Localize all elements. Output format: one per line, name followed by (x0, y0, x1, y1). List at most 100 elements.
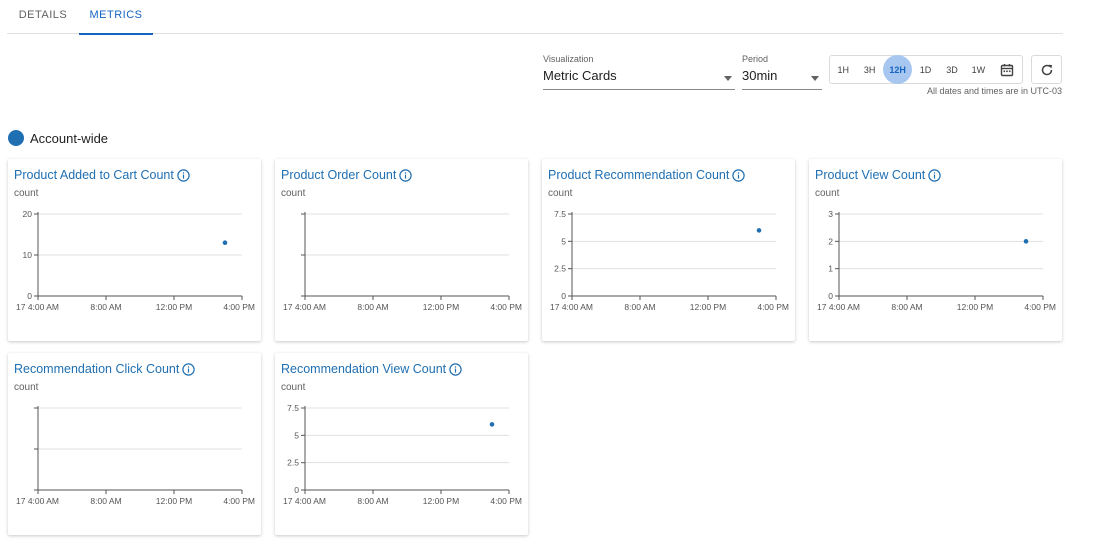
metric-card: Recommendation View Count count 0 2.5 5 7.5 17… (275, 353, 528, 535)
x-tick-label: 8:00 AM (90, 302, 121, 312)
metric-chart: 0 2.5 5 7.5 17 4:00 AM 8:00 AM 12:00 PM 4:00 PM (550, 209, 789, 312)
x-tick-label: 4:00 PM (490, 496, 522, 506)
x-tick-label: 8:00 AM (357, 302, 388, 312)
x-tick-label: 8:00 AM (891, 302, 922, 312)
x-tick-label: 8:00 AM (90, 496, 121, 506)
info-icon[interactable] (449, 362, 462, 376)
x-tick-label: 12:00 PM (423, 302, 459, 312)
y-tick-label: 0 (828, 291, 833, 301)
metric-chart: 0 2.5 5 7.5 17 4:00 AM 8:00 AM 12:00 PM 4:00 PM (283, 403, 522, 506)
metric-card-title[interactable]: Recommendation View Count (281, 362, 462, 376)
y-tick-label: 5 (561, 236, 566, 246)
metric-card: Product Recommendation Count count 0 2.5 5 7.… (542, 159, 795, 341)
metric-title-text[interactable]: Product View Count (815, 168, 925, 182)
metric-unit-label: count (14, 382, 39, 393)
metric-unit-label: count (548, 188, 573, 199)
metric-card-title[interactable]: Product View Count (815, 168, 941, 182)
y-tick-label: 7.5 (287, 403, 299, 413)
calendar-icon[interactable] (992, 56, 1022, 83)
time-range-group: 1H 3H 12H 1D 3D 1W (829, 55, 1023, 84)
tab-metrics[interactable]: METRICS (79, 0, 153, 35)
x-tick-label: 12:00 PM (156, 496, 192, 506)
x-tick-label: 4:00 PM (223, 302, 255, 312)
chevron-down-icon (811, 76, 819, 81)
y-tick-label: 1 (828, 264, 833, 274)
metric-chart: 0 10 20 17 4:00 AM 8:00 AM 12:00 PM 4:00 PM (16, 209, 255, 312)
x-tick-label: 12:00 PM (690, 302, 726, 312)
metric-title-text[interactable]: Product Added to Cart Count (14, 168, 174, 182)
metric-chart: 17 4:00 AM 8:00 AM 12:00 PM 4:00 PM (16, 406, 255, 506)
data-point[interactable] (489, 422, 495, 427)
data-point[interactable] (756, 228, 762, 233)
y-tick-label: 0 (294, 485, 299, 495)
group-color-dot (8, 130, 24, 146)
metric-title-text[interactable]: Recommendation View Count (281, 362, 446, 376)
x-tick-label: 17 4:00 AM (283, 496, 326, 506)
timezone-note: All dates and times are in UTC-03 (926, 86, 1062, 96)
data-point[interactable] (1023, 239, 1029, 244)
group-label: Account-wide (30, 130, 109, 146)
y-tick-label: 5 (294, 430, 299, 440)
y-tick-label: 2.5 (554, 264, 566, 274)
period-select[interactable]: Period 30min (742, 54, 822, 90)
x-tick-label: 12:00 PM (156, 302, 192, 312)
info-icon[interactable] (399, 168, 413, 182)
x-tick-label: 17 4:00 AM (550, 302, 593, 312)
x-tick-label: 12:00 PM (957, 302, 993, 312)
metric-unit-label: count (14, 188, 39, 199)
chevron-down-icon (724, 76, 732, 81)
y-tick-label: 7.5 (554, 209, 566, 219)
visualization-select[interactable]: Visualization Metric Cards (543, 54, 735, 90)
tab-bar: DETAILS METRICS (7, 0, 1063, 35)
metric-card-title[interactable]: Recommendation Click Count (14, 362, 196, 376)
metric-card: Product Order Count count 17 4:00 AM 8:00 A… (275, 159, 528, 341)
range-1h-button[interactable]: 1H (830, 56, 856, 83)
field-underline (742, 89, 822, 90)
x-tick-label: 4:00 PM (223, 496, 255, 506)
range-12h-button[interactable]: 12H (883, 55, 913, 84)
metric-unit-label: count (281, 188, 306, 199)
metric-title-text[interactable]: Product Recommendation Count (548, 168, 729, 182)
y-tick-label: 2 (828, 236, 833, 246)
x-tick-label: 4:00 PM (757, 302, 789, 312)
field-underline (543, 89, 735, 90)
info-icon[interactable] (177, 168, 190, 182)
y-tick-label: 10 (23, 250, 33, 260)
visualization-value: Metric Cards (543, 68, 617, 83)
info-icon[interactable] (928, 168, 941, 182)
x-tick-label: 17 4:00 AM (817, 302, 860, 312)
refresh-button[interactable] (1031, 55, 1062, 84)
range-3h-button[interactable]: 3H (856, 56, 882, 83)
x-tick-label: 8:00 AM (624, 302, 655, 312)
metric-unit-label: count (815, 188, 840, 199)
x-tick-label: 8:00 AM (357, 496, 388, 506)
y-tick-label: 3 (828, 209, 833, 219)
metric-title-text[interactable]: Product Order Count (281, 168, 396, 182)
info-icon[interactable] (732, 168, 746, 182)
x-tick-label: 17 4:00 AM (16, 496, 59, 506)
metric-unit-label: count (281, 382, 306, 393)
refresh-icon (1041, 64, 1052, 75)
period-label: Period (742, 54, 769, 64)
metric-card-title[interactable]: Product Recommendation Count (548, 168, 746, 182)
metric-card-title[interactable]: Product Added to Cart Count (14, 168, 190, 182)
y-tick-label: 20 (23, 209, 33, 219)
range-1d-button[interactable]: 1D (912, 56, 938, 83)
data-point[interactable] (222, 240, 228, 245)
metric-chart: 0 1 2 3 17 4:00 AM 8:00 AM 12:00 PM 4:00 PM (817, 209, 1056, 312)
metric-title-text[interactable]: Recommendation Click Count (14, 362, 179, 376)
visualization-label: Visualization (543, 54, 594, 64)
info-icon[interactable] (182, 362, 196, 376)
account-wide-legend: Account-wide (8, 129, 108, 147)
metric-card: Product Added to Cart Count count 0 10 20 17 … (8, 159, 261, 341)
x-tick-label: 17 4:00 AM (283, 302, 326, 312)
tab-details[interactable]: DETAILS (7, 0, 79, 34)
range-3d-button[interactable]: 3D (939, 56, 965, 83)
metric-card-title[interactable]: Product Order Count (281, 168, 413, 182)
period-value: 30min (742, 68, 778, 83)
metric-card: Product View Count count 0 1 2 3 17 4:00 AM 8:0… (809, 159, 1062, 341)
metric-chart: 17 4:00 AM 8:00 AM 12:00 PM 4:00 PM (283, 212, 522, 312)
y-tick-label: 0 (561, 291, 566, 301)
range-1w-button[interactable]: 1W (965, 56, 991, 83)
metric-card: Recommendation Click Count count 17 4:00 A… (8, 353, 261, 535)
